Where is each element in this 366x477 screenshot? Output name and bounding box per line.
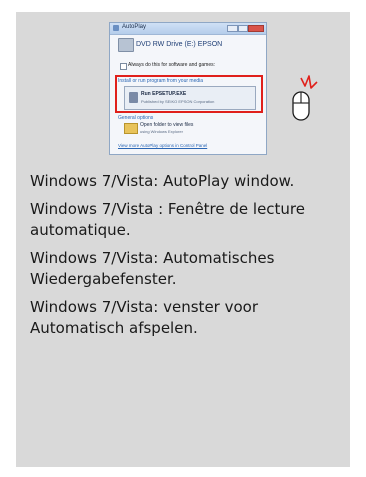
window-titlebar: AutoPlay: [110, 23, 266, 35]
highlight-box: [115, 75, 263, 113]
always-do-label: Always do this for software and games:: [128, 62, 215, 68]
caption-de: Windows 7/Vista: Automatisches Wiedergab…: [30, 249, 275, 288]
more-options-link[interactable]: View more AutoPlay options in Control Pa…: [118, 143, 207, 148]
caption-fr: Windows 7/Vista : Fenêtre de lecture aut…: [30, 200, 306, 239]
minimize-button[interactable]: [227, 25, 238, 32]
open-folder-option[interactable]: Open folder to view files: [140, 122, 193, 128]
folder-icon: [124, 123, 138, 134]
window-title: AutoPlay: [122, 24, 147, 30]
close-button[interactable]: [248, 25, 264, 32]
caption-en: Windows 7/Vista: AutoPlay window.: [30, 172, 295, 190]
autoplay-window-illustration: AutoPlay DVD RW Drive (E:) EPSON Always …: [109, 22, 267, 155]
drive-label: DVD RW Drive (E:) EPSON: [136, 41, 223, 48]
maximize-button[interactable]: [238, 25, 248, 32]
open-folder-subtitle: using Windows Explorer: [140, 129, 183, 134]
dvd-drive-icon: [118, 38, 134, 52]
autoplay-icon: [113, 25, 119, 31]
caption-nl: Windows 7/Vista: venster voor Automatisc…: [30, 298, 259, 337]
always-do-checkbox[interactable]: [120, 63, 127, 70]
general-options-label: General options: [118, 115, 154, 121]
mouse-click-icon: [292, 75, 318, 121]
figure-panel: AutoPlay DVD RW Drive (E:) EPSON Always …: [16, 12, 350, 467]
